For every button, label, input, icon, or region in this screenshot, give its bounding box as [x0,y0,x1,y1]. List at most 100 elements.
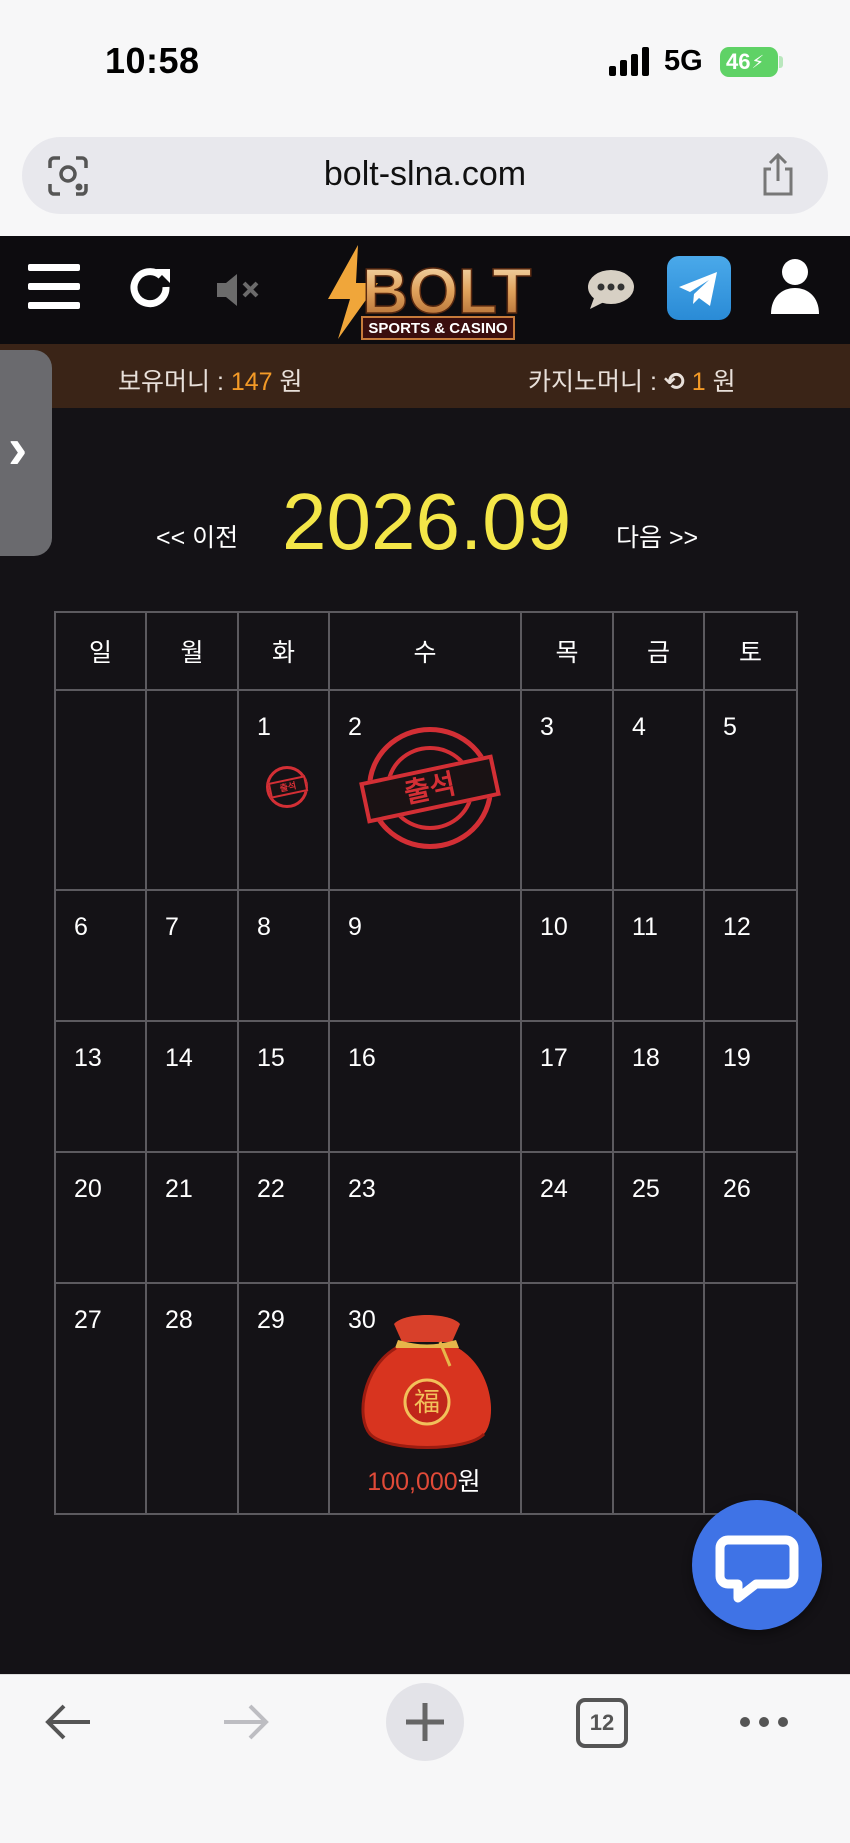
chat-bubble-icon[interactable] [586,268,636,310]
weekday-sat: 토 [703,611,798,691]
share-icon[interactable] [756,152,800,198]
next-month-link[interactable]: 다음 >> [616,518,698,554]
forward-arrow-icon[interactable] [220,1700,272,1744]
day-cell[interactable]: 21 [145,1151,239,1284]
tabs-count-button[interactable]: 12 [576,1698,628,1748]
back-arrow-icon[interactable] [42,1700,94,1744]
day-cell[interactable]: 8 [237,889,330,1022]
day-number: 2 [348,713,362,741]
day-number: 17 [540,1044,568,1072]
day-cell [54,689,147,891]
day-number: 14 [165,1044,193,1072]
day-cell[interactable]: 2 출석 [328,689,522,891]
day-cell[interactable]: 9 [328,889,522,1022]
bag-character: 福 [414,1388,440,1418]
day-number: 18 [632,1044,660,1072]
prev-month-link[interactable]: << 이전 [156,518,238,554]
svg-text:SPORTS & CASINO: SPORTS & CASINO [368,320,508,337]
day-cell[interactable]: 25 [612,1151,705,1284]
url-text[interactable]: bolt-slna.com [200,155,650,194]
month-title: 2026.09 [282,477,572,566]
calendar-week-row: 20 21 22 23 24 25 26 [54,1151,798,1284]
day-cell[interactable]: 18 [612,1020,705,1153]
day-number: 28 [165,1306,193,1334]
day-number: 20 [74,1175,102,1203]
attendance-stamp-small: 출석 [266,766,309,808]
day-cell[interactable]: 29 [237,1282,330,1515]
casino-money-value: 1 [691,368,706,396]
day-cell[interactable]: 26 [703,1151,798,1284]
day-number: 7 [165,913,179,941]
day-number: 27 [74,1306,102,1334]
hamburger-menu-icon[interactable] [28,264,80,310]
day-cell[interactable]: 11 [612,889,705,1022]
lucky-bag-icon: 福 [361,1315,492,1449]
day-cell[interactable]: 17 [520,1020,614,1153]
reload-icon[interactable]: ⟲ [664,367,685,397]
day-number: 11 [632,913,658,941]
chat-icon [715,1535,799,1603]
day-cell[interactable]: 15 [237,1020,330,1153]
day-cell[interactable]: 22 [237,1151,330,1284]
day-cell[interactable]: 7 [145,889,239,1022]
day-number: 8 [257,913,271,941]
telegram-icon[interactable] [667,256,731,320]
day-cell[interactable]: 3 [520,689,614,891]
weekday-tue: 화 [237,611,330,691]
day-cell [612,1282,705,1515]
day-cell[interactable]: 1 출석 [237,689,330,891]
day-cell[interactable]: 20 [54,1151,147,1284]
day-cell[interactable]: 16 [328,1020,522,1153]
attendance-stamp: 출석 [359,727,501,849]
day-cell[interactable]: 27 [54,1282,147,1515]
lens-icon[interactable] [46,154,90,198]
day-cell[interactable]: 5 [703,689,798,891]
calendar-week-row: 13 14 15 16 17 18 19 [54,1020,798,1153]
day-cell [520,1282,614,1515]
weekday-fri: 금 [612,611,705,691]
day-number: 5 [723,713,737,741]
day-cell[interactable]: 30 福 100,000원 [328,1282,522,1515]
holding-money: 보유머니 : 147 원 [118,362,303,398]
more-options-icon[interactable] [740,1712,790,1732]
day-cell[interactable]: 23 [328,1151,522,1284]
day-number: 21 [165,1175,193,1203]
reward-unit: 원 [457,1468,481,1496]
live-chat-button[interactable] [692,1500,822,1630]
day-cell[interactable]: 10 [520,889,614,1022]
refresh-icon[interactable] [128,265,176,313]
day-number: 15 [257,1044,285,1072]
day-cell[interactable]: 19 [703,1020,798,1153]
reward-amount: 100,000원 [330,1462,518,1498]
day-number: 9 [348,913,362,941]
weekday-wed: 수 [328,611,522,691]
casino-money-unit: 원 [712,368,736,396]
weekday-sun: 일 [54,611,147,691]
mute-icon[interactable] [215,272,261,308]
attendance-calendar: 일 월 화 수 목 금 토 1 출석 2 출석 3 4 5 6 7 8 9 10… [54,611,798,1515]
day-number: 26 [723,1175,751,1203]
day-cell[interactable]: 28 [145,1282,239,1515]
day-number: 24 [540,1175,568,1203]
network-label: 5G [664,45,703,77]
chevron-right-icon[interactable]: › [8,420,27,478]
day-number: 4 [632,713,646,741]
day-number: 12 [723,913,751,941]
holding-money-label: 보유머니 : [118,368,224,396]
day-number: 3 [540,713,554,741]
day-number: 29 [257,1306,285,1334]
day-cell[interactable]: 24 [520,1151,614,1284]
day-cell[interactable]: 6 [54,889,147,1022]
weekday-header-row: 일 월 화 수 목 금 토 [54,611,798,691]
bolt-logo[interactable]: BOLT SPORTS & CASINO [322,243,532,341]
plus-icon [406,1703,444,1741]
battery-icon: 46 ⚡ [720,47,778,77]
new-tab-button[interactable] [386,1683,464,1761]
day-cell[interactable]: 13 [54,1020,147,1153]
day-cell[interactable]: 4 [612,689,705,891]
day-cell[interactable]: 14 [145,1020,239,1153]
calendar-week-row: 6 7 8 9 10 11 12 [54,889,798,1022]
holding-money-unit: 원 [279,368,303,396]
day-cell[interactable]: 12 [703,889,798,1022]
user-profile-icon[interactable] [770,258,820,314]
